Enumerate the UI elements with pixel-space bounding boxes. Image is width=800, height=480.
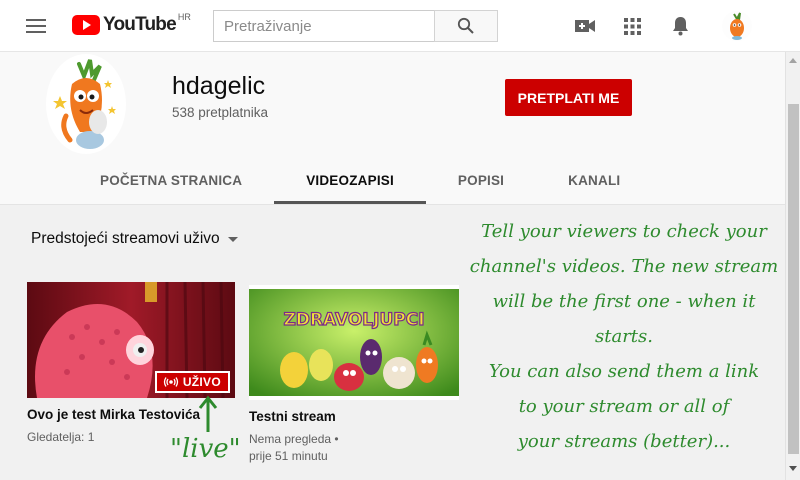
search-input[interactable] (213, 10, 435, 42)
create-video-button[interactable] (573, 15, 597, 37)
annotation-line: your streams (better)... (517, 431, 731, 452)
search-button[interactable] (434, 10, 498, 42)
live-badge: UŽIVO (154, 371, 230, 393)
annotation-line: You can also send them a link (488, 361, 760, 382)
tab-channels[interactable]: KANALI (536, 157, 652, 204)
scroll-down-arrow-icon[interactable] (789, 466, 797, 471)
caret-down-icon (227, 236, 238, 242)
annotation-line: channel's videos. The new stream (469, 256, 779, 277)
thumbnail-brand-text: ZDRAVOLJUPCI (283, 310, 424, 330)
notifications-button[interactable] (668, 15, 692, 37)
subscriber-count: 538 pretplatnika (172, 105, 269, 120)
carrot-mascot-icon (53, 59, 116, 149)
video-timestamp: prije 51 minutu (249, 449, 328, 463)
logo-region: HR (177, 12, 191, 22)
live-annotation: "live" (170, 434, 241, 464)
apps-button[interactable] (620, 15, 644, 37)
subscribe-button[interactable]: PRETPLATI ME (505, 79, 632, 116)
annotation-arrow-icon (198, 395, 218, 432)
live-broadcast-icon (163, 377, 178, 387)
annotation-text: Tell your viewers to check your channel'… (468, 214, 780, 459)
video-title[interactable]: Testni stream (249, 409, 459, 424)
video-card-test-stream[interactable]: ZDRAVOLJUPCI Testni stream Nema pregleda… (249, 285, 459, 465)
scroll-thumb[interactable] (788, 104, 799, 454)
scroll-up-arrow-icon[interactable] (789, 58, 797, 63)
section-title: Predstojeći streamovi uživo (31, 230, 220, 247)
menu-icon[interactable] (24, 16, 48, 36)
youtube-play-icon (72, 15, 100, 35)
annotation-line: will be the first one - when it (492, 291, 756, 312)
video-thumbnail[interactable]: UŽIVO (27, 282, 235, 398)
tab-home[interactable]: POČETNA STRANICA (68, 157, 274, 204)
live-badge-label: UŽIVO (182, 375, 221, 389)
top-bar: YouTube HR (0, 0, 800, 52)
apps-icon (623, 17, 641, 35)
upcoming-streams-dropdown[interactable]: Predstojeći streamovi uživo (31, 230, 238, 248)
video-camera-icon (575, 20, 595, 32)
tab-playlists[interactable]: POPISI (426, 157, 536, 204)
channel-avatar[interactable] (46, 54, 126, 154)
thumbnail-image: ZDRAVOLJUPCI (249, 285, 459, 400)
bell-icon (672, 17, 688, 36)
annotation-line: starts. (595, 326, 653, 347)
annotation-line: to your stream or all of (518, 396, 730, 417)
logo-text: YouTube (103, 14, 177, 35)
account-avatar[interactable] (722, 11, 752, 41)
youtube-logo[interactable]: YouTube HR (72, 12, 191, 36)
video-thumbnail[interactable]: ZDRAVOLJUPCI (249, 285, 459, 400)
search-icon (457, 17, 474, 34)
annotation-line: Tell your viewers to check your (481, 221, 767, 242)
page-scrollbar[interactable] (785, 52, 800, 480)
tab-videos[interactable]: VIDEOZAPISI (274, 157, 426, 204)
video-meta: Nema pregleda • prije 51 minutu (249, 431, 459, 465)
carrot-mascot-icon (730, 12, 744, 40)
video-views: Nema pregleda • (249, 432, 339, 446)
channel-tabs: POČETNA STRANICA VIDEOZAPISI POPISI KANA… (68, 157, 652, 204)
channel-header: hdagelic 538 pretplatnika PRETPLATI ME P… (0, 52, 785, 205)
channel-name: hdagelic (172, 72, 266, 100)
